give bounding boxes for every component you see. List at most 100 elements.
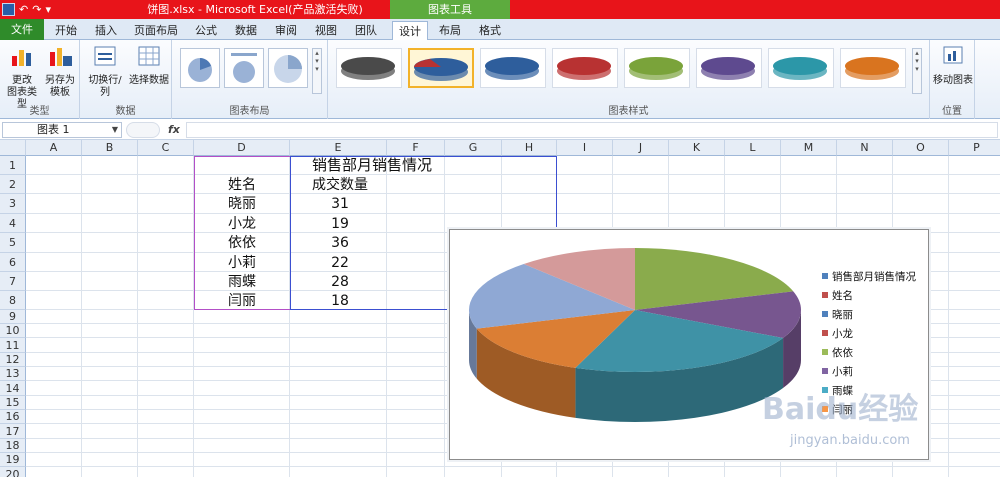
name-cell[interactable]: 闫丽 [228, 292, 256, 310]
chart-style-5[interactable] [624, 48, 690, 88]
legend-entry[interactable]: 姓名 [822, 287, 927, 306]
legend-entry[interactable]: 晓丽 [822, 306, 927, 325]
row-header-9[interactable]: 9 [0, 310, 26, 324]
row-header-13[interactable]: 13 [0, 367, 26, 381]
row-header-19[interactable]: 19 [0, 453, 26, 467]
column-header-c[interactable]: C [138, 140, 194, 156]
qty-cell[interactable]: 36 [290, 234, 390, 252]
tab-team[interactable]: 团队 [350, 21, 382, 40]
header-name-cell[interactable]: 姓名 [228, 176, 256, 194]
chart-style-2[interactable] [408, 48, 474, 88]
select-data-button[interactable]: 选择数据 [128, 44, 170, 87]
name-box[interactable]: 图表 1 ▼ [2, 122, 122, 138]
legend-label: 小龙 [832, 328, 853, 340]
column-header-p[interactable]: P [949, 140, 1000, 156]
chart-style-3[interactable] [480, 48, 546, 88]
tab-chart-layout[interactable]: 布局 [432, 21, 468, 40]
tab-home[interactable]: 开始 [50, 21, 82, 40]
name-cell[interactable]: 依依 [228, 234, 256, 252]
legend-entry[interactable]: 小龙 [822, 325, 927, 344]
row-header-7[interactable]: 7 [0, 272, 26, 291]
column-header-j[interactable]: J [613, 140, 669, 156]
chart-layout-3[interactable] [268, 48, 308, 88]
qty-cell[interactable]: 28 [290, 273, 390, 291]
change-chart-type-label-1: 更改 [12, 75, 32, 86]
column-header-o[interactable]: O [893, 140, 949, 156]
column-header-k[interactable]: K [669, 140, 725, 156]
tab-page-layout[interactable]: 页面布局 [130, 21, 182, 40]
row-header-11[interactable]: 11 [0, 338, 26, 353]
row-header-15[interactable]: 15 [0, 396, 26, 410]
chart-layout-2[interactable] [224, 48, 264, 88]
legend-entry[interactable]: 销售部月销售情况 [822, 268, 927, 287]
legend-entry[interactable]: 依依 [822, 344, 927, 363]
tab-formulas[interactable]: 公式 [190, 21, 222, 40]
qty-cell[interactable]: 18 [290, 292, 390, 310]
header-qty-cell[interactable]: 成交数量 [312, 176, 368, 194]
row-header-2[interactable]: 2 [0, 175, 26, 194]
undo-icon[interactable]: ↶ [19, 2, 28, 17]
tab-data[interactable]: 数据 [230, 21, 262, 40]
column-header-a[interactable]: A [26, 140, 82, 156]
select-all-corner[interactable] [0, 140, 26, 156]
formula-input[interactable] [186, 122, 998, 138]
column-header-h[interactable]: H [502, 140, 557, 156]
chart-layout-1[interactable] [180, 48, 220, 88]
row-header-10[interactable]: 10 [0, 324, 26, 338]
save-as-template-button[interactable]: 另存为 模板 [42, 44, 78, 99]
save-icon[interactable] [2, 3, 15, 16]
column-header-g[interactable]: G [445, 140, 502, 156]
column-header-l[interactable]: L [725, 140, 781, 156]
column-header-e[interactable]: E [290, 140, 387, 156]
name-cell[interactable]: 晓丽 [228, 195, 256, 213]
qty-cell[interactable]: 22 [290, 254, 390, 272]
row-header-3[interactable]: 3 [0, 194, 26, 214]
tab-design[interactable]: 设计 [392, 21, 428, 40]
legend-entry[interactable]: 小莉 [822, 363, 927, 382]
row-header-6[interactable]: 6 [0, 253, 26, 272]
chart-style-7[interactable] [768, 48, 834, 88]
tab-review[interactable]: 审阅 [270, 21, 302, 40]
name-box-dropdown-icon[interactable]: ▼ [112, 123, 118, 137]
tab-insert[interactable]: 插入 [90, 21, 122, 40]
sheet-title-cell[interactable]: 销售部月销售情况 [312, 156, 432, 174]
styles-more-button[interactable]: ▴ ▾ ▾ [912, 48, 922, 94]
group-type-label: 类型 [29, 106, 50, 117]
chart-style-4[interactable] [552, 48, 618, 88]
name-cell[interactable]: 雨蝶 [228, 273, 256, 291]
chart-style-1[interactable] [336, 48, 402, 88]
layouts-more-button[interactable]: ▴ ▾ ▾ [312, 48, 322, 94]
column-header-n[interactable]: N [837, 140, 893, 156]
tab-format[interactable]: 格式 [472, 21, 508, 40]
qty-cell[interactable]: 31 [290, 195, 390, 213]
chart-style-6[interactable] [696, 48, 762, 88]
column-header-m[interactable]: M [781, 140, 837, 156]
gridline-vertical [81, 156, 82, 477]
qty-cell[interactable]: 19 [290, 215, 390, 233]
tab-view[interactable]: 视图 [310, 21, 342, 40]
row-header-12[interactable]: 12 [0, 353, 26, 367]
customize-qat-icon[interactable]: ▾ [45, 2, 51, 17]
redo-icon[interactable]: ↷ [32, 2, 41, 17]
row-header-14[interactable]: 14 [0, 381, 26, 396]
chart-style-8[interactable] [840, 48, 906, 88]
change-chart-type-button[interactable]: 更改 图表类型 [4, 44, 40, 111]
column-header-i[interactable]: I [557, 140, 613, 156]
name-cell[interactable]: 小莉 [228, 254, 256, 272]
row-header-17[interactable]: 17 [0, 424, 26, 439]
row-header-20[interactable]: 20 [0, 467, 26, 477]
row-header-4[interactable]: 4 [0, 214, 26, 233]
row-header-8[interactable]: 8 [0, 291, 26, 310]
column-header-f[interactable]: F [387, 140, 445, 156]
insert-function-button[interactable]: fx [168, 123, 180, 136]
name-cell[interactable]: 小龙 [228, 215, 256, 233]
switch-row-column-button[interactable]: 切换行/列 [84, 44, 126, 99]
column-header-b[interactable]: B [82, 140, 138, 156]
row-header-18[interactable]: 18 [0, 439, 26, 453]
row-header-5[interactable]: 5 [0, 233, 26, 253]
row-header-1[interactable]: 1 [0, 156, 26, 175]
move-chart-button[interactable]: 移动图表 [932, 44, 974, 87]
column-header-d[interactable]: D [194, 140, 290, 156]
row-header-16[interactable]: 16 [0, 410, 26, 424]
tab-file[interactable]: 文件 [0, 19, 44, 40]
